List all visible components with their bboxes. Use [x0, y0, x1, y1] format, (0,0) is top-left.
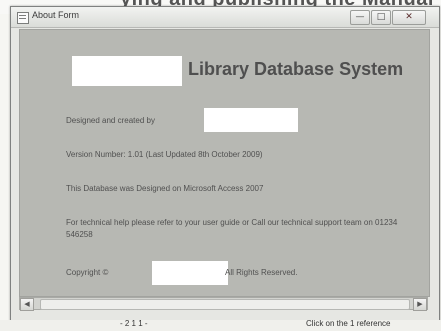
rights-reserved-text: All Rights Reserved. — [225, 268, 298, 277]
redacted-copyright-holder — [152, 261, 228, 285]
scroll-right-icon[interactable]: ▶ — [413, 298, 427, 311]
redacted-designer-name — [204, 108, 298, 132]
page-fragment-bottom-left: - 2 1 1 - — [120, 319, 148, 328]
window-title: About Form — [32, 10, 80, 20]
about-content-panel: Library Database System Designed and cre… — [19, 29, 430, 297]
scrollbar-thumb[interactable] — [40, 299, 410, 310]
page-fragment-bottom: - 2 1 1 - Click on the 1 reference — [0, 319, 441, 331]
close-button[interactable]: ✕ — [392, 10, 426, 25]
redacted-logo-area — [72, 56, 182, 86]
page-fragment-bottom-right: Click on the 1 reference — [306, 319, 391, 328]
horizontal-scrollbar[interactable]: ◀ ▶ — [19, 297, 428, 311]
window-title-bar: About Form — □ ✕ — [11, 7, 439, 28]
version-info: Version Number: 1.01 (Last Updated 8th O… — [66, 150, 263, 159]
scroll-left-icon[interactable]: ◀ — [20, 298, 34, 311]
support-info: For technical help please refer to your … — [66, 218, 398, 239]
about-window: About Form — □ ✕ Library Database System… — [10, 6, 440, 324]
minimize-button[interactable]: — — [350, 10, 370, 25]
maximize-button[interactable]: □ — [371, 10, 391, 25]
application-title: Library Database System — [188, 59, 404, 79]
database-info: This Database was Designed on Microsoft … — [66, 184, 264, 193]
copyright-label: Copyright © — [66, 268, 109, 277]
designed-by-label: Designed and created by — [66, 116, 155, 125]
form-icon — [17, 12, 29, 24]
